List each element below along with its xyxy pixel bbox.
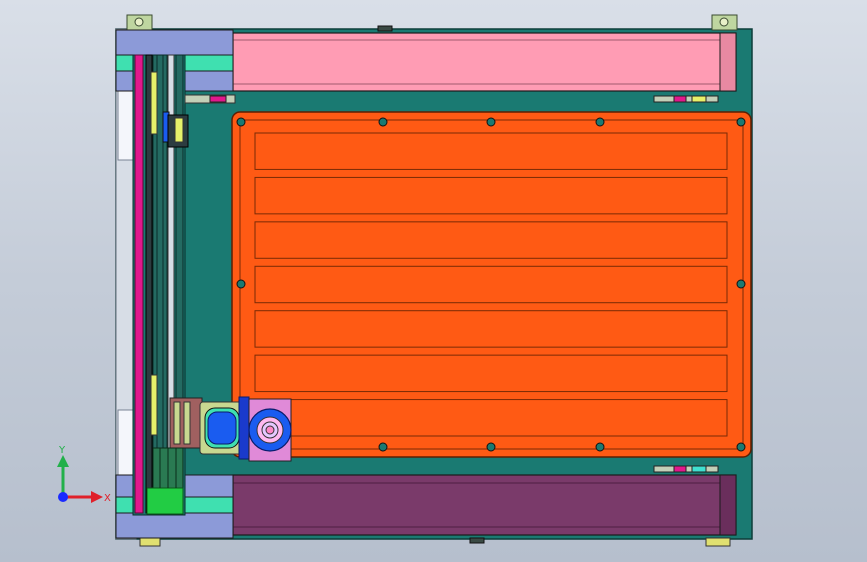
table-slot [254,399,728,437]
top-linear-rail [232,32,737,92]
table-bolt [378,442,388,452]
table-bolt [378,117,388,127]
y-axis-label: Y [58,445,66,456]
top-sensor-strip [653,95,719,103]
table-bolt [236,117,246,127]
table-slot [254,221,728,259]
bottom-sensor-strip [653,465,719,473]
table-slot [254,176,728,215]
table-bolt [486,117,496,127]
table-bolt [595,117,605,127]
cad-viewport[interactable]: Y X [0,0,867,562]
top-center-tab [377,25,393,32]
table-slots [254,132,728,437]
table-bolt [486,442,496,452]
table-bolt [595,442,605,452]
table-bolt [736,279,746,289]
table-slot [254,132,728,170]
top-left-clip [126,14,153,31]
table-bolt [236,279,246,289]
table-slot [254,265,728,304]
bottom-right-clip [705,537,731,547]
table-slot [254,310,728,348]
coordinate-triad: Y X [57,445,111,504]
bottom-center-tab [469,537,485,544]
top-right-clip [711,14,738,31]
bottom-linear-rail [232,474,737,536]
table-bolt [736,117,746,127]
x-axis-label: X [104,493,111,504]
bottom-left-clip [139,537,161,547]
table-bolt [736,442,746,452]
table-slot [254,354,728,393]
z-axis-dot [58,492,68,502]
